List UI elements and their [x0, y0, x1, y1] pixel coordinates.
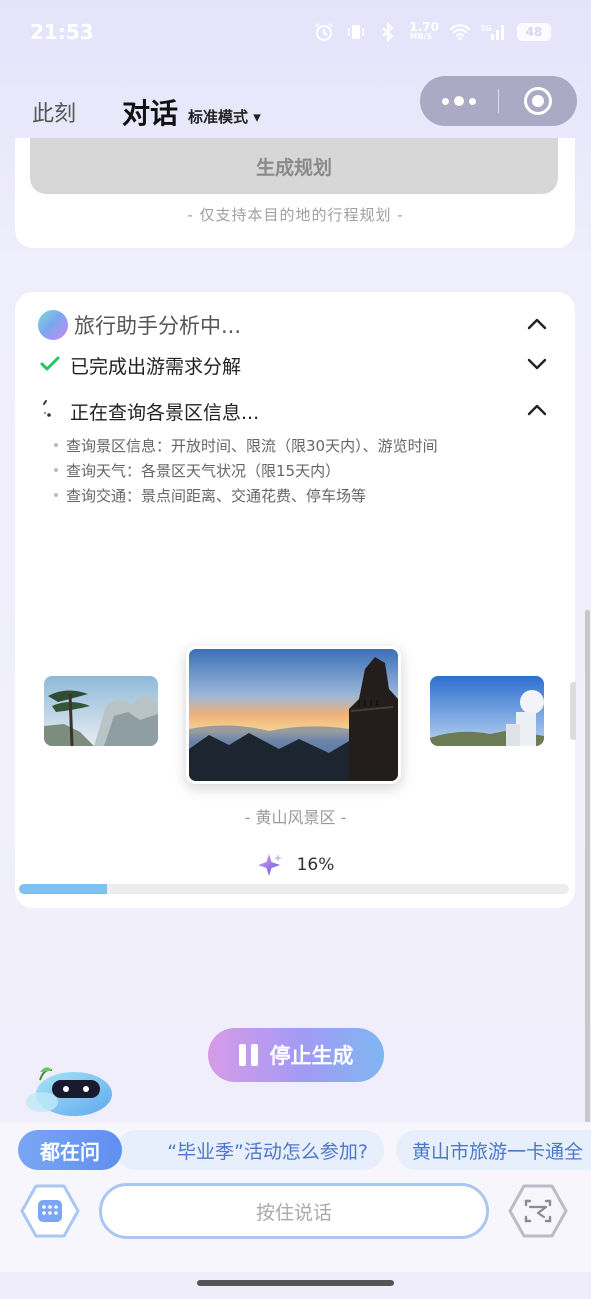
- analysis-title: 旅行助手分析中...: [74, 314, 242, 338]
- tab-now[interactable]: 此刻: [32, 96, 76, 128]
- network-speed: 1.70 MB/S: [409, 20, 439, 41]
- close-program-button[interactable]: [499, 76, 577, 126]
- sparkle-icon: [257, 854, 282, 876]
- scenic-image-huangshan[interactable]: [186, 646, 401, 784]
- alarm-icon: [313, 22, 335, 42]
- check-icon: [40, 356, 60, 371]
- home-indicator[interactable]: [197, 1280, 394, 1286]
- robot-mascot-icon[interactable]: [22, 1060, 116, 1120]
- scenic-image-pine[interactable]: [44, 676, 158, 746]
- progress-row: 16%: [0, 852, 591, 878]
- keyboard-icon[interactable]: [20, 1183, 80, 1239]
- stop-label: 停止生成: [269, 1044, 354, 1068]
- pause-icon: [238, 1044, 258, 1066]
- stop-generating-button[interactable]: 停止生成: [208, 1028, 384, 1082]
- suggestion-chip[interactable]: “毕业季”活动怎么参加?: [116, 1130, 384, 1170]
- status-icons: 1.70 MB/S 5G 48: [313, 20, 551, 42]
- plan-note: - 仅支持本目的地的行程规划 -: [187, 206, 404, 224]
- detail-item: 查询交通：景点间距离、交通花费、停车场等: [54, 485, 366, 506]
- chevron-up-icon[interactable]: [527, 314, 547, 334]
- scenic-image-observatory[interactable]: [430, 676, 544, 746]
- progress-fill: [19, 884, 107, 894]
- hold-to-talk-button[interactable]: 按住说话: [99, 1183, 489, 1239]
- progress-bar: [19, 884, 569, 894]
- suggestion-chip[interactable]: 黄山市旅游一卡通全: [396, 1130, 591, 1170]
- detail-item: 查询天气：各景区天气状况（限15天内）: [54, 460, 340, 481]
- wifi-icon: [449, 22, 471, 42]
- target-icon: [524, 87, 552, 115]
- mode-selector[interactable]: 标准模式 ▾: [188, 106, 261, 127]
- more-button[interactable]: [420, 76, 498, 126]
- signal-icon: 5G: [481, 22, 507, 42]
- battery-icon: 48: [517, 23, 551, 41]
- status-time: 21:53: [30, 20, 94, 44]
- step-done: 已完成出游需求分解: [70, 356, 242, 378]
- more-dots-icon: [442, 96, 476, 106]
- spinner-icon: [43, 400, 51, 417]
- bluetooth-icon: [377, 22, 399, 42]
- vibrate-icon: [345, 22, 367, 42]
- chevron-down-icon[interactable]: [527, 354, 547, 374]
- tab-chat[interactable]: 对话: [122, 92, 178, 132]
- svg-text:5G: 5G: [481, 24, 492, 33]
- step-active: 正在查询各景区信息...: [70, 402, 260, 424]
- assistant-orb-icon: [38, 310, 68, 340]
- scenic-image-next[interactable]: [570, 682, 576, 740]
- chevron-up-icon[interactable]: [527, 400, 547, 420]
- generate-plan-button[interactable]: 生成规划: [30, 138, 558, 194]
- scenic-name: - 黄山风景区 -: [244, 808, 347, 827]
- scan-icon[interactable]: [508, 1183, 568, 1239]
- mini-program-capsule: [420, 76, 577, 126]
- detail-item: 查询景区信息：开放时间、限流（限30天内）、游览时间: [54, 435, 438, 456]
- popular-questions-badge: 都在问: [18, 1130, 122, 1170]
- progress-percent: 16%: [296, 855, 335, 875]
- scrollbar[interactable]: [585, 610, 590, 1125]
